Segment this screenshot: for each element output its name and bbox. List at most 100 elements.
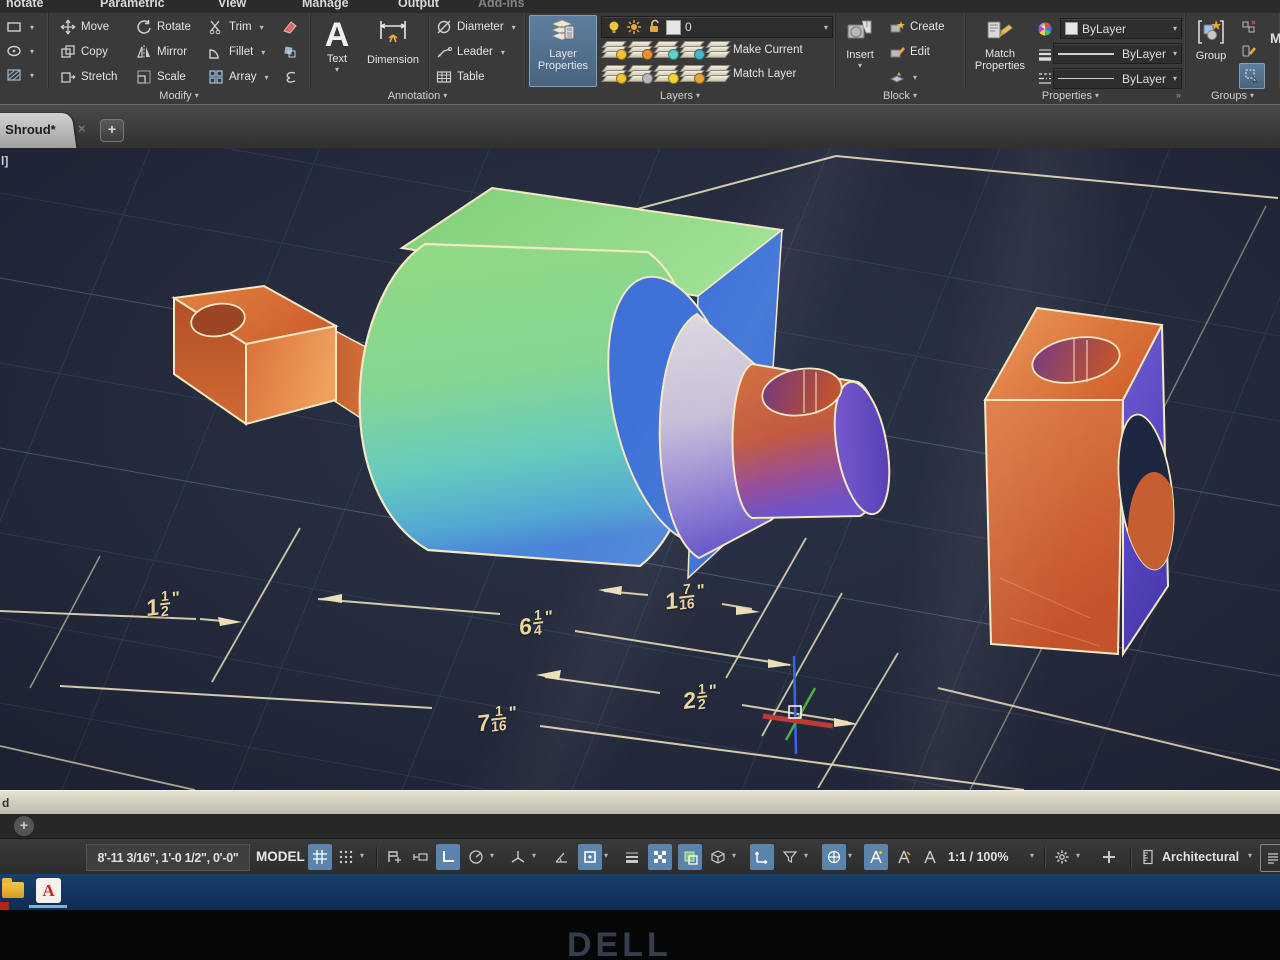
trim-button[interactable]: Trim▾ [208,19,264,35]
dimension-button[interactable]: Dimension [362,17,424,66]
object-snap-icon[interactable] [578,844,602,870]
ellipse-tool-icon[interactable]: ▾ [6,43,34,59]
group-button[interactable]: Group [1187,17,1235,62]
workspace-gear-icon[interactable] [1050,844,1074,870]
clip-icon[interactable] [282,69,298,85]
ribbon-tab-view[interactable]: View [218,0,246,13]
snap-caret-icon[interactable]: ▾ [360,851,364,860]
file-explorer-icon[interactable] [2,882,24,898]
3d-object-snap-icon[interactable] [706,844,730,870]
move-button[interactable]: Move [60,19,109,35]
filter-caret-icon[interactable]: ▾ [804,851,808,860]
layer-dropdown-caret[interactable]: ▾ [824,23,828,32]
snap-mode-icon[interactable] [334,844,358,870]
block-attributes-icon[interactable]: ▾ [889,69,917,85]
units-value[interactable]: Architectural [1162,844,1239,870]
diameter-button[interactable]: Diameter▾ [436,19,516,35]
selection-filter-icon[interactable] [778,844,802,870]
polar-tracking-icon[interactable] [464,844,488,870]
annoscale-caret-icon[interactable]: ▾ [1030,851,1034,860]
text-button[interactable]: A Text▾ [320,17,354,74]
ribbon-tab-addins[interactable]: Add-ins [478,0,525,13]
make-current-icon[interactable] [707,41,729,58]
create-block-button[interactable]: Create [889,19,945,35]
grid-display-icon[interactable] [308,844,332,870]
units-caret-icon[interactable]: ▾ [1248,851,1252,860]
rotate-button[interactable]: Rotate [136,19,191,35]
array-button[interactable]: Array▾ [208,69,269,85]
layer-edit-icon[interactable] [629,65,651,82]
object-snap-tracking-icon[interactable] [550,844,574,870]
ribbon-tab-output[interactable]: Output [398,0,439,13]
hatch-tool-icon[interactable]: ▾ [6,67,34,83]
layer-properties-button[interactable]: LayerProperties [529,15,597,87]
transparency-icon[interactable] [648,844,672,870]
explode-icon[interactable] [282,44,298,60]
3dosnap-caret-icon[interactable]: ▾ [732,851,736,860]
layer-freeze-icon[interactable] [629,41,651,58]
group-edit-icon[interactable] [1241,43,1257,59]
layer-lock-icon[interactable] [681,41,703,58]
customize-plus-icon[interactable] [1094,844,1124,870]
annotation-scale-value[interactable]: 1:1 / 100% [948,844,1008,870]
scale-button[interactable]: Scale [136,69,186,85]
edit-block-button[interactable]: Edit [889,44,930,60]
annotation-autoscale-icon[interactable] [892,844,916,870]
dynamic-ucs-icon[interactable] [750,844,774,870]
isodraft-caret-icon[interactable]: ▾ [532,851,536,860]
ribbon-tab-manage[interactable]: Manage [302,0,349,13]
new-tab-button[interactable]: + [100,119,124,142]
linetype-dropdown[interactable]: ByLayer▾ [1053,68,1182,89]
layer-on-all-icon[interactable] [603,65,625,82]
layer-thaw-all-icon[interactable] [655,65,677,82]
ungroup-icon[interactable] [1241,19,1257,35]
layer-dropdown[interactable]: 0 ▾ [601,16,833,38]
layer-unlock-all-icon[interactable] [681,65,703,82]
layers-panel-label[interactable]: Layers▾ [525,88,835,104]
isolate-objects-icon[interactable] [1260,844,1280,872]
gizmo-icon[interactable] [822,844,846,870]
match-layer-icon[interactable] [707,65,729,82]
color-wheel-icon[interactable] [1037,21,1053,37]
command-line-bar[interactable]: d [0,790,1280,814]
copy-button[interactable]: Copy [60,44,108,60]
object-color-dropdown[interactable]: ByLayer▾ [1060,18,1182,39]
erase-icon[interactable] [282,19,298,35]
fillet-button[interactable]: Fillet▾ [208,44,265,60]
workspace-caret-icon[interactable]: ▾ [1076,851,1080,860]
selection-cycling-icon[interactable] [678,844,702,870]
close-tab-icon[interactable]: × [78,121,86,136]
polar-caret-icon[interactable]: ▾ [490,851,494,860]
infer-constraints-icon[interactable] [382,844,406,870]
table-button[interactable]: Table [436,69,485,85]
gizmo-caret-icon[interactable]: ▾ [848,851,852,860]
layer-isolate-icon[interactable] [655,41,677,58]
modify-panel-label[interactable]: Modify▾ [48,88,310,104]
isometric-drafting-icon[interactable] [506,844,530,870]
annotation-panel-label[interactable]: Annotation▾ [310,88,525,104]
match-layer-button[interactable]: Match Layer [733,68,796,80]
match-properties-button[interactable]: MatchProperties [969,17,1031,72]
mirror-button[interactable]: Mirror [136,44,187,60]
properties-panel-label[interactable]: Properties▾» [965,88,1185,104]
lineweight-dropdown[interactable]: ByLayer▾ [1053,43,1182,64]
osnap-caret-icon[interactable]: ▾ [604,851,608,860]
file-tab-shroud[interactable]: Shroud* [0,113,77,149]
group-selection-toggle-icon[interactable] [1239,63,1265,89]
lineweight-display-icon[interactable] [620,844,644,870]
ribbon-tab-annotate[interactable]: notate [6,0,44,13]
groups-panel-label[interactable]: Groups▾ [1185,88,1280,104]
autocad-taskbar-icon[interactable]: A [36,878,61,903]
stretch-button[interactable]: Stretch [60,69,117,85]
rectangle-tool-icon[interactable]: ▾ [6,19,34,35]
dynamic-input-icon[interactable] [408,844,432,870]
add-layout-button[interactable]: + [14,816,34,836]
leader-button[interactable]: Leader▾ [436,44,505,60]
insert-button[interactable]: Insert▾ [839,17,881,70]
model-space-button[interactable]: MODEL [252,844,309,869]
make-current-button[interactable]: Make Current [733,44,803,56]
block-panel-label[interactable]: Block▾ [835,88,965,104]
drawing-viewport[interactable]: l] 112" 614" 1716" 212" 7116" [0,148,1280,790]
ribbon-tab-parametric[interactable]: Parametric [100,0,165,13]
ortho-mode-icon[interactable] [436,844,460,870]
